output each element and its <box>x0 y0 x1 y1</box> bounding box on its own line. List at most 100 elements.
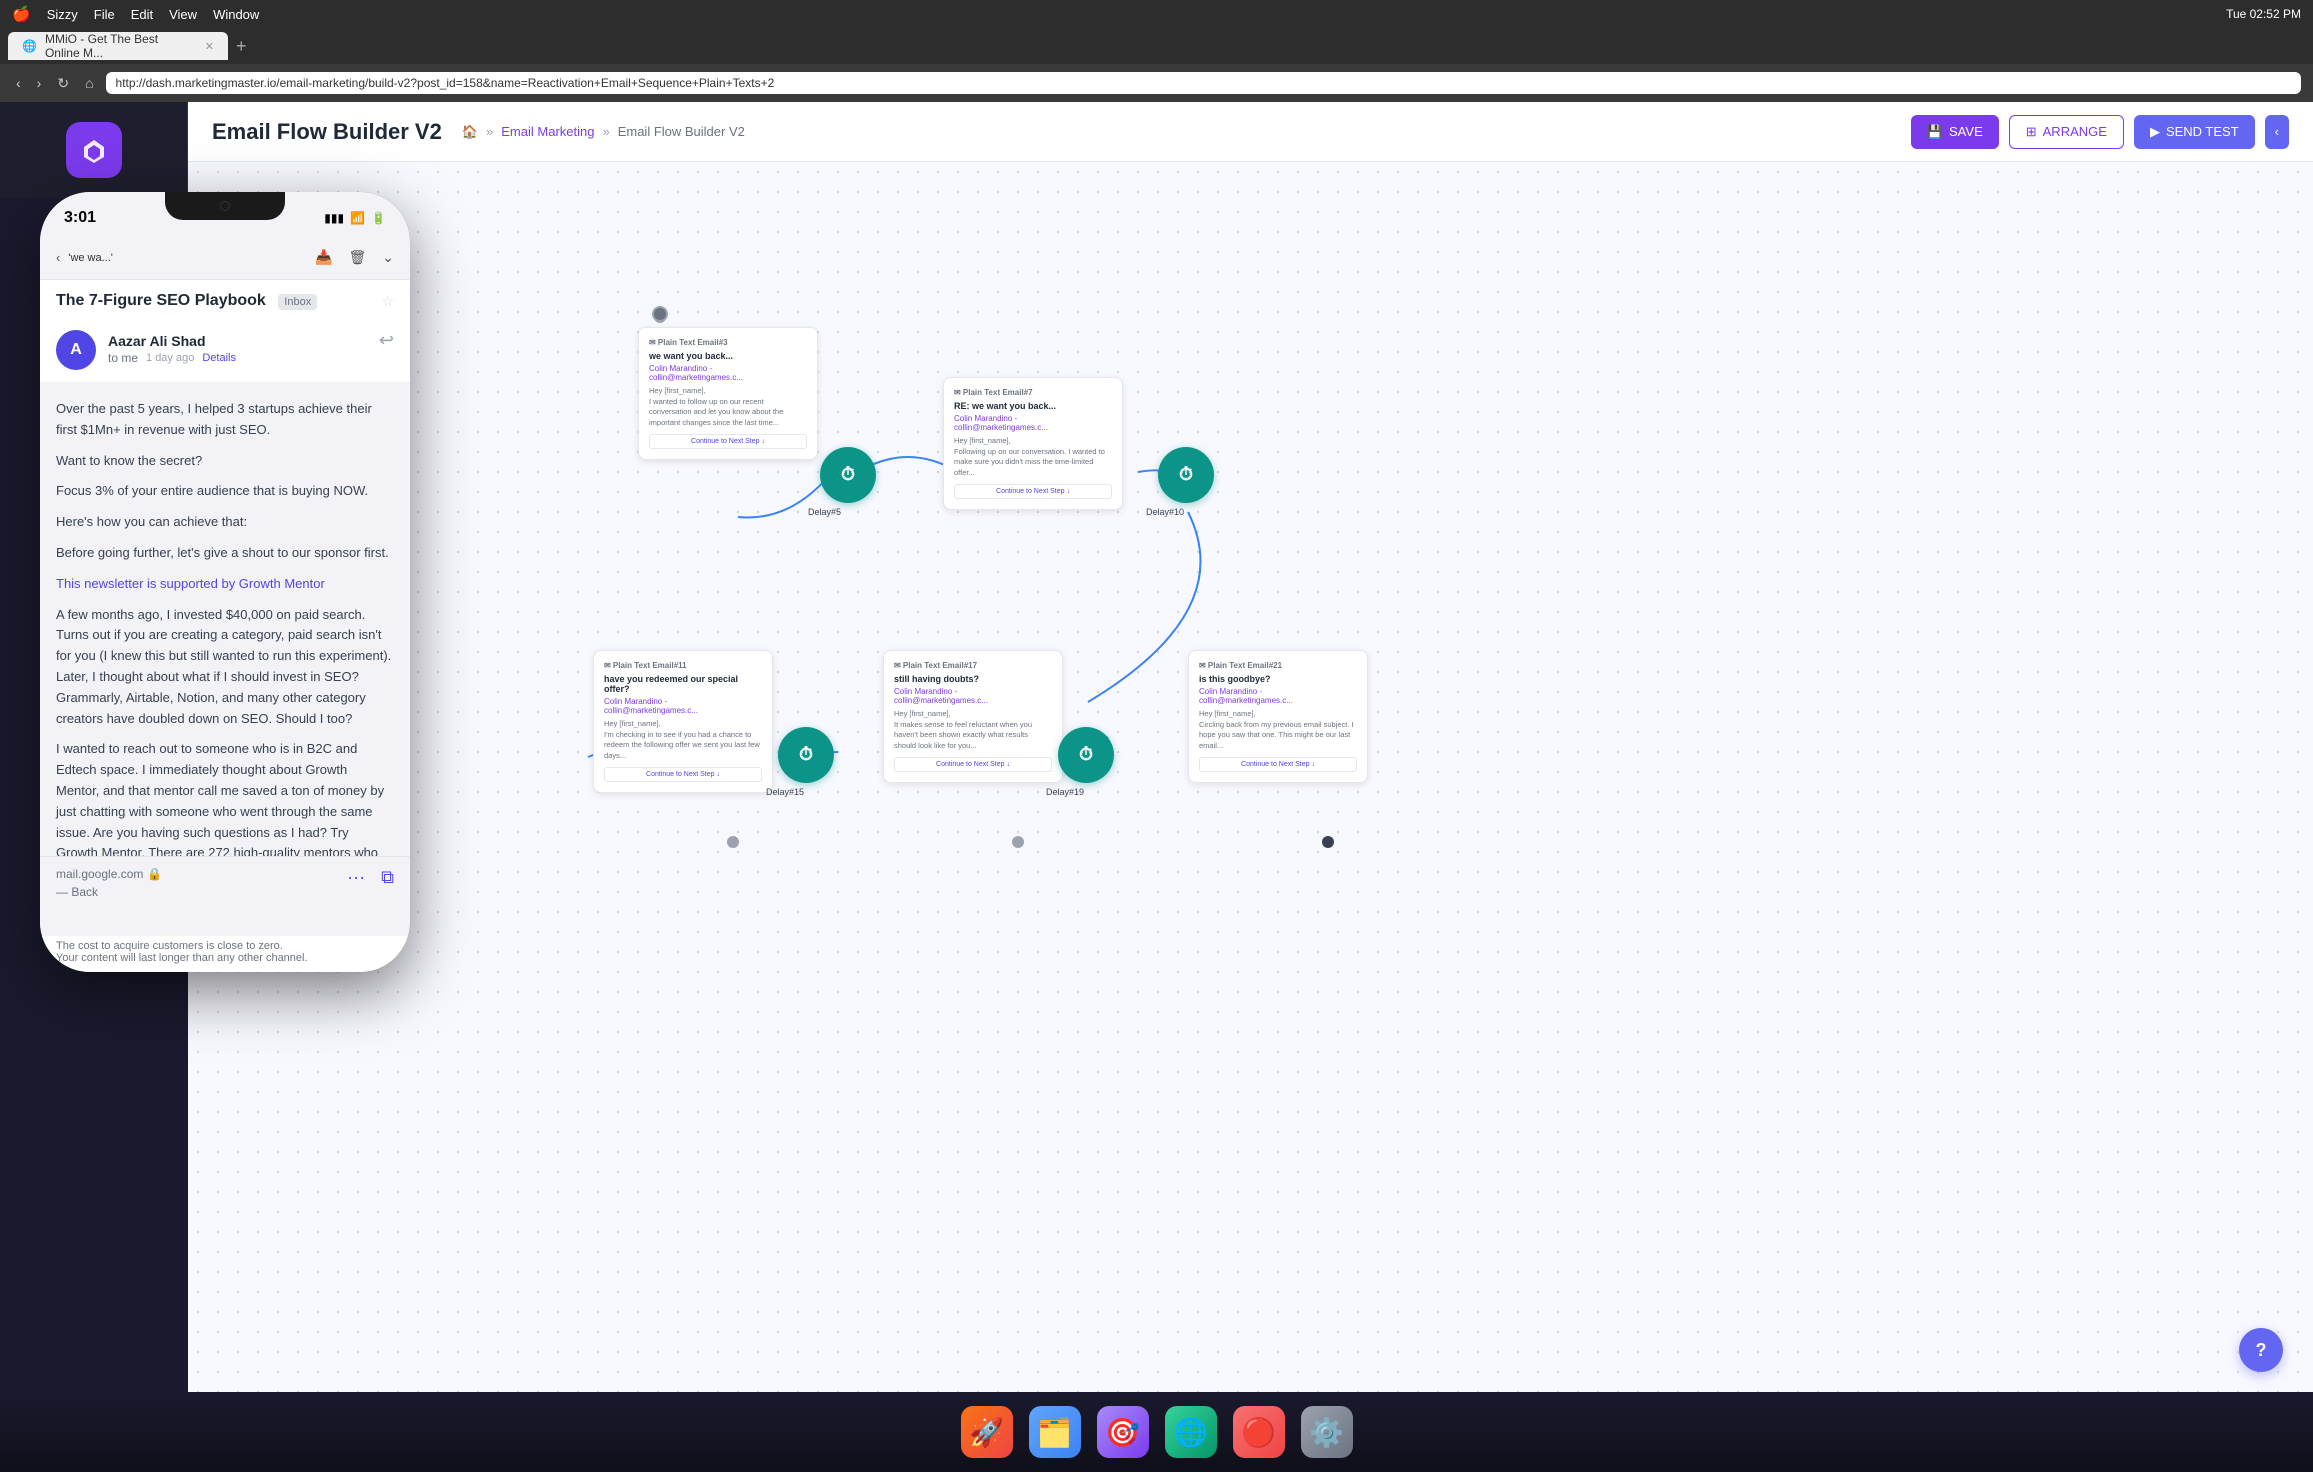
breadcrumb-email-marketing[interactable]: Email Marketing <box>501 124 594 139</box>
dock-icon-finder[interactable]: 🗂️ <box>1029 1406 1081 1458</box>
email-node-4-subject: still having doubts? <box>894 674 1052 684</box>
mac-app-name: Sizzy <box>47 7 78 22</box>
email-node-4[interactable]: ✉ Plain Text Email#17 still having doubt… <box>883 650 1063 783</box>
phone-screen: 3:01 ▮▮▮ 📶 🔋 ‹ 'we wa...' 📥 🗑 <box>40 192 410 972</box>
delay-clock-icon-10: ⏱ <box>1179 464 1193 485</box>
email-to: to me <box>108 351 138 365</box>
tab-close-button[interactable]: ✕ <box>205 40 214 53</box>
delay-node-19[interactable]: ⏱ <box>1058 727 1114 783</box>
email-node-1-label: ✉ Plain Text Email#3 <box>649 338 807 347</box>
more-icon[interactable]: ⌄ <box>382 249 394 266</box>
reload-button[interactable]: ↻ <box>53 73 73 94</box>
delay-node-10[interactable]: ⏱ <box>1158 447 1214 503</box>
dock-icon-chrome[interactable]: 🔴 <box>1233 1406 1285 1458</box>
archive-icon[interactable]: 📥 <box>315 249 332 266</box>
email-node-2-label: ✉ Plain Text Email#7 <box>954 388 1112 397</box>
caption-2: Your content will last longer than any o… <box>56 952 394 964</box>
browser-tab-active[interactable]: 🌐 MMiO - Get The Best Online M... ✕ <box>8 32 228 60</box>
collapse-button[interactable]: ‹ <box>2265 115 2289 149</box>
trash-icon[interactable]: 🗑 <box>348 249 366 266</box>
email-node-1-subject: we want you back... <box>649 351 807 361</box>
caption-1: The cost to acquire customers is close t… <box>56 940 394 952</box>
ellipsis-icon[interactable]: ··· <box>347 867 365 888</box>
email-subject: The 7-Figure SEO Playbook <box>56 292 266 309</box>
home-button[interactable]: ⌂ <box>81 73 97 93</box>
email-node-1-body: Hey [first_name], I wanted to follow up … <box>649 386 807 428</box>
send-icon: ▶ <box>2150 124 2160 140</box>
share-icon[interactable]: ⧉ <box>381 867 394 888</box>
phone-time: 3:01 <box>64 209 96 227</box>
tab-title: MMiO - Get The Best Online M... <box>45 32 193 60</box>
bottom-actions[interactable]: ··· ⧉ <box>347 867 394 888</box>
email-toolbar: ‹ 'we wa...' 📥 🗑 ⌄ <box>40 236 410 280</box>
mac-time: Tue 02:52 PM <box>2226 7 2301 21</box>
body-para-1: Over the past 5 years, I helped 3 startu… <box>56 399 394 441</box>
new-tab-button[interactable]: + <box>236 36 247 57</box>
phone-frame: 3:01 ▮▮▮ 📶 🔋 ‹ 'we wa...' 📥 🗑 <box>40 192 410 972</box>
browser-nav: ‹ › ↻ ⌂ http://dash.marketingmaster.io/e… <box>0 64 2313 102</box>
email-node-2-subject: RE: we want you back... <box>954 401 1112 411</box>
email-node-1[interactable]: ✉ Plain Text Email#3 we want you back...… <box>638 327 818 460</box>
apple-icon: 🍎 <box>12 5 31 23</box>
details-link[interactable]: Details <box>202 352 236 364</box>
star-icon[interactable]: ☆ <box>381 293 394 310</box>
dock-icon-settings[interactable]: ⚙️ <box>1301 1406 1353 1458</box>
delay-label-10: Delay#10 <box>1146 507 1184 517</box>
email-toolbar-title: 'we wa...' <box>68 252 113 264</box>
url-bar[interactable]: http://dash.marketingmaster.io/email-mar… <box>106 72 2301 94</box>
mac-menu-window[interactable]: Window <box>213 7 259 22</box>
email-node-2[interactable]: ✉ Plain Text Email#7 RE: we want you bac… <box>943 377 1123 510</box>
delay-node-5[interactable]: ⏱ <box>820 447 876 503</box>
send-test-label: SEND TEST <box>2166 124 2239 139</box>
email-node-2-from: Colin Marandino - collin@marketingames.c… <box>954 414 1112 432</box>
dock-icon-target[interactable]: 🎯 <box>1097 1406 1149 1458</box>
email-node-5[interactable]: ✉ Plain Text Email#21 is this goodbye? C… <box>1188 650 1368 783</box>
flow-connections <box>188 162 2313 1472</box>
phone-bottom-bar: mail.google.com 🔒 — Back ··· ⧉ <box>40 856 410 936</box>
email-node-1-from: Colin Marandino - collin@marketingames.c… <box>649 364 807 382</box>
email-node-4-from: Colin Marandino - collin@marketingames.c… <box>894 687 1052 705</box>
mac-menu-view[interactable]: View <box>169 7 197 22</box>
dock-bar: 🚀 🗂️ 🎯 🌐 🔴 ⚙️ <box>0 1392 2313 1472</box>
body-para-8: I wanted to reach out to someone who is … <box>56 739 394 856</box>
email-node-4-label: ✉ Plain Text Email#17 <box>894 661 1052 670</box>
mac-menu-edit[interactable]: Edit <box>131 7 153 22</box>
mac-bar-left: 🍎 Sizzy File Edit View Window <box>12 5 259 23</box>
signal-icon: ▮▮▮ <box>324 211 344 225</box>
arrange-button[interactable]: ⊞ ARRANGE <box>2009 115 2124 149</box>
bottom-url: mail.google.com 🔒 <box>56 867 347 881</box>
delay-node-15[interactable]: ⏱ <box>778 727 834 783</box>
phone-status-icons: ▮▮▮ 📶 🔋 <box>324 211 386 225</box>
help-icon: ? <box>2256 1340 2267 1361</box>
email-sender-info: A Aazar Ali Shad ↩ to me 1 day ago Detai… <box>40 318 410 383</box>
breadcrumb-current: Email Flow Builder V2 <box>618 124 745 139</box>
sponsor-text: This newsletter is supported by Growth M… <box>56 574 394 595</box>
sidebar <box>0 102 188 198</box>
email-node-2-body: Hey [first_name], Following up on our co… <box>954 436 1112 478</box>
send-test-button[interactable]: ▶ SEND TEST <box>2134 115 2255 149</box>
back-button[interactable]: ‹ <box>12 73 25 93</box>
save-button[interactable]: 💾 SAVE <box>1911 115 1999 149</box>
inbox-badge: Inbox <box>278 294 317 310</box>
email-meta: Aazar Ali Shad ↩ to me 1 day ago Details <box>108 330 394 365</box>
delay-clock-icon-19: ⏱ <box>1079 744 1093 765</box>
body-para-3: Focus 3% of your entire audience that is… <box>56 481 394 502</box>
url-text: http://dash.marketingmaster.io/email-mar… <box>116 76 775 90</box>
app-header: Email Flow Builder V2 🏠 » Email Marketin… <box>188 102 2313 162</box>
email-node-3-from: Colin Marandino - collin@marketingames.c… <box>604 697 762 715</box>
email-toolbar-icons[interactable]: 📥 🗑 ⌄ <box>315 249 394 266</box>
mac-menu-file[interactable]: File <box>94 7 115 22</box>
dock-icon-rocket[interactable]: 🚀 <box>961 1406 1013 1458</box>
email-node-5-body: Hey [first_name], Circling back from my … <box>1199 709 1357 751</box>
dock-icon-safari[interactable]: 🌐 <box>1165 1406 1217 1458</box>
battery-icon-phone: 🔋 <box>371 211 386 225</box>
help-button[interactable]: ? <box>2239 1328 2283 1372</box>
delay-label-5: Delay#5 <box>808 507 841 517</box>
breadcrumb-home[interactable]: 🏠 <box>462 124 478 140</box>
email-node-3[interactable]: ✉ Plain Text Email#11 have you redeemed … <box>593 650 773 793</box>
mac-os-bar: 🍎 Sizzy File Edit View Window Tue 02:52 … <box>0 0 2313 28</box>
flow-canvas-area[interactable]: ✉ Plain Text Email#3 we want you back...… <box>188 162 2313 1472</box>
arrange-label: ARRANGE <box>2043 124 2107 139</box>
forward-button[interactable]: › <box>33 73 46 93</box>
lock-icon: 🔒 <box>147 867 162 881</box>
